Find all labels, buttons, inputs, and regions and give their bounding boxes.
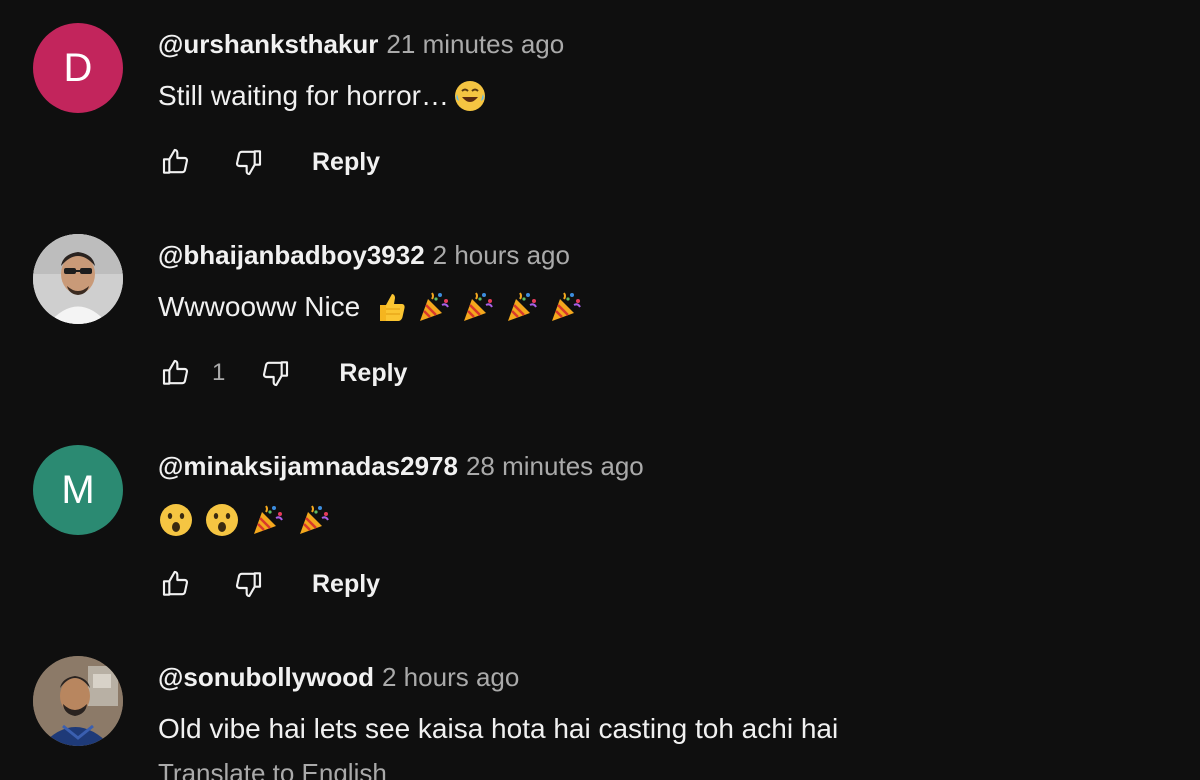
dislike-button[interactable] <box>230 566 266 602</box>
avatar[interactable]: D <box>33 23 123 113</box>
comment-text: Still waiting for horror… <box>158 80 449 111</box>
astonished-emoji-icon <box>158 502 194 538</box>
avatar[interactable] <box>33 656 123 746</box>
dislike-button[interactable] <box>257 355 293 391</box>
party-popper-emoji-icon <box>460 289 496 325</box>
comment-emoji-row <box>158 502 332 538</box>
comment-author[interactable]: @bhaijanbadboy3932 <box>158 240 425 270</box>
thumb-down-outline-icon <box>235 150 262 176</box>
avatar-photo <box>33 656 123 746</box>
party-popper-emoji-icon <box>548 289 584 325</box>
avatar-letter: M <box>61 467 95 512</box>
like-button[interactable] <box>158 566 194 602</box>
comment-text: Old vibe hai lets see kaisa hota hai cas… <box>158 713 839 744</box>
comment-actions: Reply <box>158 144 380 180</box>
comment-author[interactable]: @sonubollywood <box>158 662 374 692</box>
comment-time[interactable]: 28 minutes ago <box>466 451 644 481</box>
comment-text-wrapper: Still waiting for horror… <box>158 78 487 114</box>
comment-text: Wwwooww Nice <box>158 291 361 322</box>
avatar[interactable] <box>33 234 123 324</box>
party-popper-emoji-icon <box>250 502 286 538</box>
reply-button[interactable]: Reply <box>312 570 380 599</box>
comment-author[interactable]: @urshanksthakur <box>158 29 378 59</box>
comment-actions: Reply <box>158 566 380 602</box>
comment-header: @urshanksthakur 21 minutes ago <box>158 28 564 60</box>
comment-time[interactable]: 21 minutes ago <box>386 29 564 59</box>
like-button[interactable] <box>158 355 194 391</box>
thumb-up-outline-icon <box>162 359 189 385</box>
dislike-button[interactable] <box>230 144 266 180</box>
comments-section: D @urshanksthakur 21 minutes ago Still wa… <box>0 0 1200 780</box>
comment-time[interactable]: 2 hours ago <box>433 240 570 270</box>
comment-header: @minaksijamnadas2978 28 minutes ago <box>158 450 644 482</box>
avatar[interactable]: M <box>33 445 123 535</box>
reply-button[interactable]: Reply <box>339 359 407 388</box>
party-popper-emoji-icon <box>416 289 452 325</box>
comment-author[interactable]: @minaksijamnadas2978 <box>158 451 458 481</box>
translate-link[interactable]: Translate to English <box>158 758 387 780</box>
laughing-tears-emoji-icon <box>453 79 487 113</box>
comment-time[interactable]: 2 hours ago <box>382 662 519 692</box>
party-popper-emoji-icon <box>504 289 540 325</box>
astonished-emoji-icon <box>204 502 240 538</box>
thumb-down-outline-icon <box>235 572 262 598</box>
like-count: 1 <box>212 359 226 386</box>
thumb-up-outline-icon <box>162 148 189 174</box>
thumbs-up-emoji-icon <box>372 289 408 325</box>
avatar-photo <box>33 234 123 324</box>
thumb-up-outline-icon <box>162 570 189 596</box>
like-button[interactable] <box>158 144 194 180</box>
avatar-letter: D <box>63 45 93 90</box>
thumb-down-outline-icon <box>263 361 289 387</box>
comment-actions: 1 Reply <box>158 355 407 391</box>
comment-header: @bhaijanbadboy3932 2 hours ago <box>158 239 570 271</box>
reply-button[interactable]: Reply <box>312 148 380 177</box>
party-popper-emoji-icon <box>296 502 332 538</box>
comment-header: @sonubollywood 2 hours ago <box>158 661 519 693</box>
comment-text-wrapper: Wwwooww Nice <box>158 289 584 325</box>
